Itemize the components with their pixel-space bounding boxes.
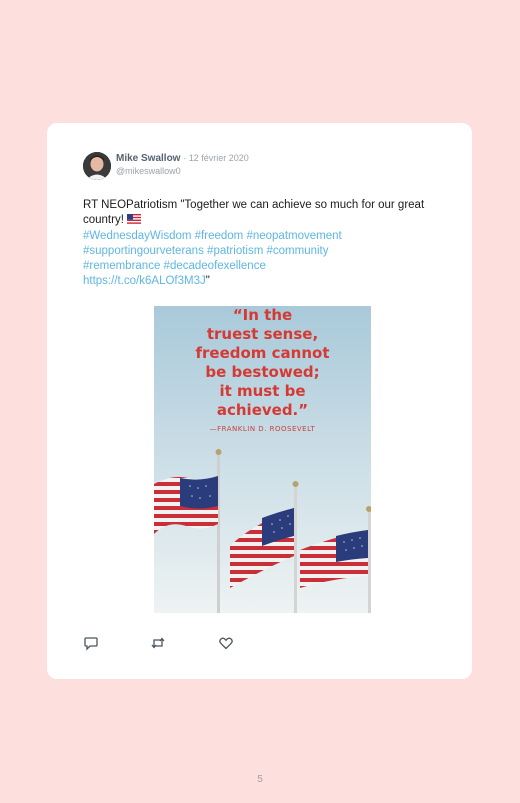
hashtag[interactable]: #decadeofexellence	[164, 260, 266, 272]
avatar-image	[83, 152, 111, 180]
author-handle[interactable]: @mikeswallow0	[116, 166, 181, 176]
hashtag[interactable]: #remembrance	[83, 260, 160, 272]
like-icon[interactable]	[218, 635, 234, 651]
quote-line: achieved.”	[216, 401, 309, 419]
tweet-actions	[83, 635, 283, 651]
author-name[interactable]: Mike Swallow	[116, 153, 180, 164]
hashtag[interactable]: #freedom	[195, 230, 244, 242]
quote-line: “In the	[232, 306, 293, 324]
quote-text: “In the truest sense, freedom cannot be …	[154, 306, 371, 434]
tweet-text: RT NEOPatriotism "Together we can achiev…	[83, 198, 433, 289]
reply-icon[interactable]	[83, 635, 99, 651]
author-line: Mike Swallow · 12 février 2020	[116, 153, 249, 164]
retweet-icon[interactable]	[150, 635, 166, 651]
tweet-media-image[interactable]: “In the truest sense, freedom cannot be …	[154, 306, 371, 613]
tweet-card: Mike Swallow · 12 février 2020 @mikeswal…	[47, 123, 472, 679]
us-flag-icon	[127, 214, 142, 229]
page-number: 5	[257, 774, 263, 785]
quote-line: freedom cannot	[195, 344, 330, 362]
hashtag[interactable]: #supportingourveterans	[83, 245, 204, 257]
hashtag[interactable]: #neopatmovement	[246, 230, 341, 242]
quote-line: truest sense,	[206, 325, 319, 343]
hashtag[interactable]: #community	[267, 245, 329, 257]
quote-line: be bestowed;	[205, 363, 320, 381]
tweet-link[interactable]: https://t.co/k6ALOf3M3J	[83, 275, 206, 287]
hashtag[interactable]: #WednesdayWisdom	[83, 230, 191, 242]
quote-author: —FRANKLIN D. ROOSEVELT	[209, 425, 316, 433]
hashtag[interactable]: #patriotism	[207, 245, 263, 257]
tweet-date: · 12 février 2020	[183, 153, 249, 163]
quote-line: it must be	[219, 382, 306, 400]
tweet-text-suffix: "	[205, 275, 210, 287]
avatar[interactable]	[83, 152, 111, 180]
